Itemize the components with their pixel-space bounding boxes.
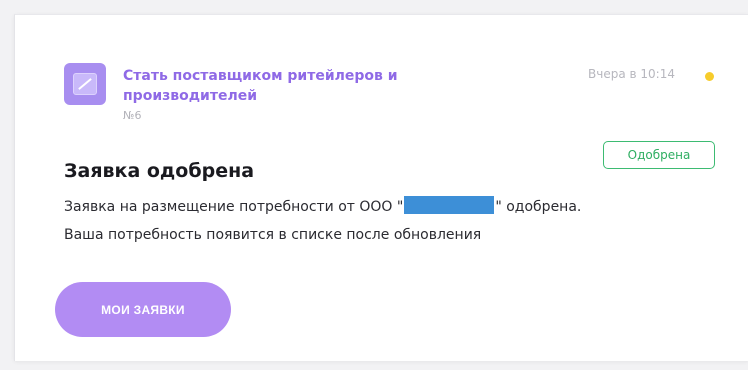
notification-message: Заявка на размещение потребности от ООО … (64, 193, 724, 249)
timestamp: Вчера в 10:14 (588, 67, 675, 81)
message-text-end: " одобрена. (495, 199, 582, 215)
request-number: №6 (123, 109, 142, 122)
my-requests-button[interactable]: МОИ ЗАЯВКИ (55, 282, 231, 337)
message-text-line2: Ваша потребность появится в списке после… (64, 227, 482, 243)
service-title[interactable]: Стать поставщиком ритейлеров и производи… (123, 66, 463, 106)
message-text-start: Заявка на размещение потребности от ООО … (64, 199, 404, 215)
image-icon (64, 63, 106, 105)
status-badge: Одобрена (603, 141, 715, 169)
redacted-company-name (404, 196, 495, 214)
notification-card: Стать поставщиком ритейлеров и производи… (14, 14, 748, 361)
page: Стать поставщиком ритейлеров и производи… (0, 0, 748, 370)
unread-dot-icon (705, 72, 714, 81)
notification-heading: Заявка одобрена (64, 160, 255, 182)
image-icon-inner (73, 73, 97, 95)
